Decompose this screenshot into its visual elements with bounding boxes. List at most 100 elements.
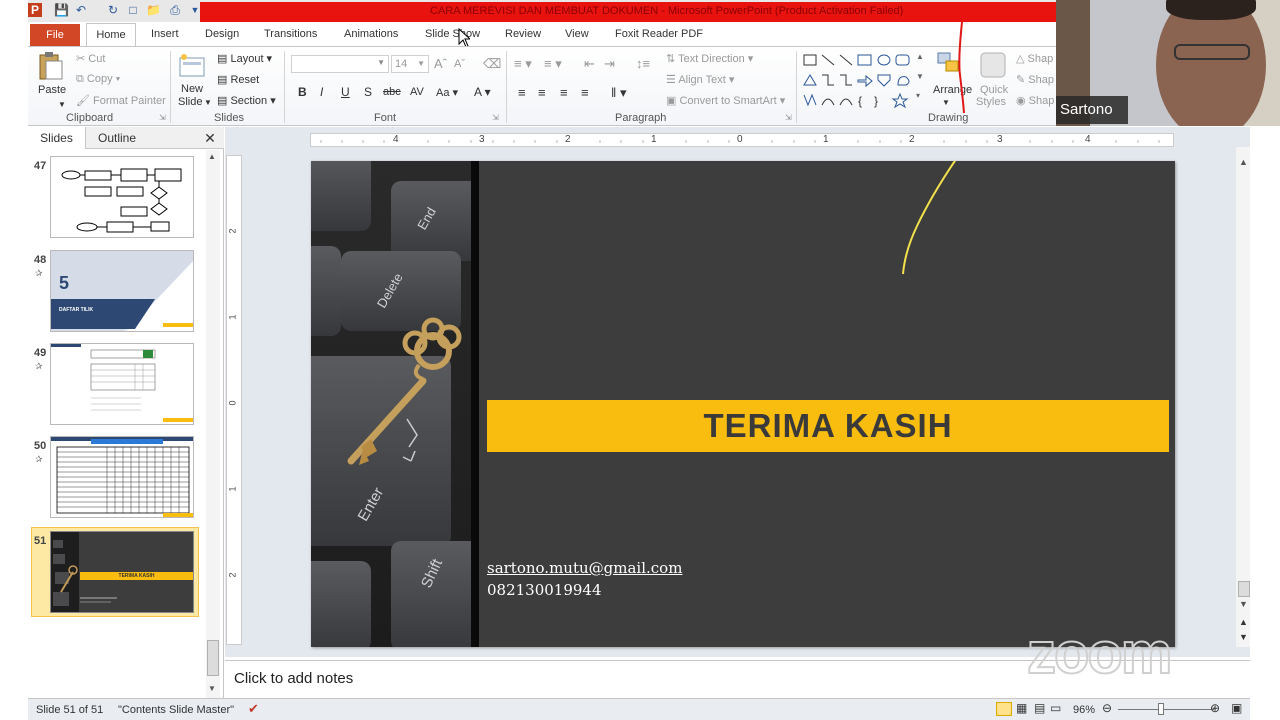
- reading-view-icon[interactable]: ▤: [1034, 701, 1045, 715]
- arrange-dropdown-icon[interactable]: ▼: [942, 98, 950, 107]
- zoom-slider[interactable]: [1118, 709, 1214, 710]
- print-preview-icon[interactable]: ⎙: [168, 3, 182, 17]
- align-left-icon[interactable]: ≡: [518, 85, 526, 100]
- shape-fill-button[interactable]: △ Shap: [1016, 52, 1053, 65]
- numbering-icon[interactable]: ≡ ▾: [544, 56, 562, 72]
- strikethrough-icon[interactable]: abc: [383, 86, 401, 98]
- new-slide-dropdown-icon[interactable]: ▼: [204, 98, 212, 107]
- text-shadow-icon[interactable]: S: [364, 85, 372, 99]
- tab-design[interactable]: Design: [205, 28, 239, 40]
- quick-styles-label-1[interactable]: Quick: [980, 84, 1008, 96]
- change-case-icon[interactable]: Aa ▾: [436, 86, 458, 99]
- fit-to-window-icon[interactable]: ▣: [1231, 701, 1242, 715]
- character-spacing-icon[interactable]: AV: [410, 86, 424, 98]
- save-icon[interactable]: 💾: [54, 3, 69, 17]
- slide-scroll-thumb[interactable]: [1238, 581, 1250, 597]
- new-file-icon[interactable]: □: [126, 3, 140, 17]
- slide-thumbnail-48[interactable]: 5 DAFTAR TILIK: [50, 250, 194, 332]
- cut-button[interactable]: ✂ Cut: [76, 52, 105, 65]
- next-slide-icon[interactable]: ▼: [1239, 632, 1248, 642]
- copy-button[interactable]: ⧉ Copy ▾: [76, 73, 120, 86]
- spell-check-icon[interactable]: ✔: [248, 701, 259, 717]
- format-painter-button[interactable]: 🖌 Format Painter: [76, 94, 166, 107]
- clipboard-launcher-icon[interactable]: ⇲: [159, 113, 166, 122]
- open-folder-icon[interactable]: 📁: [146, 3, 161, 17]
- notes-placeholder[interactable]: Click to add notes: [234, 670, 353, 687]
- paste-icon[interactable]: [36, 51, 66, 85]
- tab-home[interactable]: Home: [86, 23, 136, 47]
- decrease-indent-icon[interactable]: ⇤: [584, 56, 595, 72]
- shapes-gallery[interactable]: { }: [802, 52, 914, 110]
- font-launcher-icon[interactable]: ⇲: [492, 113, 499, 122]
- title-banner[interactable]: TERIMA KASIH: [487, 400, 1169, 452]
- slide-thumbnail-50[interactable]: [50, 436, 194, 518]
- current-slide[interactable]: End Delete Enter Shift TERIMA KASIH sart…: [311, 161, 1175, 647]
- new-slide-label-1[interactable]: New: [181, 83, 203, 95]
- increase-indent-icon[interactable]: ⇥: [604, 56, 615, 72]
- align-right-icon[interactable]: ≡: [560, 85, 568, 100]
- tab-outline[interactable]: Outline: [88, 127, 146, 149]
- zoom-out-icon[interactable]: ⊖: [1102, 701, 1112, 715]
- close-panel-icon[interactable]: ✕: [200, 127, 220, 149]
- columns-icon[interactable]: ‖ ▾: [611, 85, 627, 101]
- zoom-level[interactable]: 96%: [1073, 704, 1095, 716]
- slide-show-view-icon[interactable]: ▭: [1050, 701, 1061, 715]
- shape-outline-button[interactable]: ✎ Shap: [1016, 73, 1054, 86]
- shapes-more-icon[interactable]: ▾: [916, 91, 920, 100]
- align-text-button[interactable]: ☰ Align Text ▾: [666, 73, 734, 86]
- section-button[interactable]: ▤ Section ▾: [217, 94, 276, 107]
- slide-thumbnail-47[interactable]: [50, 156, 194, 238]
- line-spacing-icon[interactable]: ↕≡: [636, 56, 650, 71]
- font-size-select[interactable]: 14 ▼: [391, 55, 429, 73]
- slide-thumbnail-49[interactable]: [50, 343, 194, 425]
- tab-animations[interactable]: Animations: [344, 28, 398, 40]
- clear-formatting-icon[interactable]: ⌫: [483, 56, 501, 72]
- quick-styles-label-2[interactable]: Styles: [976, 96, 1006, 108]
- convert-smartart-button[interactable]: ▣ Convert to SmartArt ▾: [666, 94, 785, 107]
- tab-transitions[interactable]: Transitions: [264, 28, 317, 40]
- zoom-in-icon[interactable]: ⊕: [1210, 701, 1220, 715]
- italic-icon[interactable]: I: [320, 85, 323, 99]
- shapes-scroll-up-icon[interactable]: ▲: [916, 52, 924, 61]
- bold-icon[interactable]: B: [298, 85, 307, 99]
- previous-slide-icon[interactable]: ▲: [1239, 617, 1248, 627]
- underline-icon[interactable]: U: [341, 85, 350, 99]
- tab-review[interactable]: Review: [505, 28, 541, 40]
- shape-effects-button[interactable]: ◉ Shap: [1016, 94, 1054, 107]
- paste-dropdown-icon[interactable]: ▼: [58, 100, 66, 109]
- bullets-icon[interactable]: ≡ ▾: [514, 56, 532, 72]
- slide-thumbnail-51[interactable]: TERIMA KASIH: [50, 531, 194, 613]
- new-slide-icon[interactable]: [178, 52, 206, 80]
- reset-button[interactable]: ▤ Reset: [217, 73, 259, 86]
- powerpoint-app-icon[interactable]: P: [28, 3, 42, 17]
- scroll-up-icon[interactable]: ▲: [1239, 157, 1248, 167]
- undo-icon[interactable]: ↶: [74, 3, 88, 17]
- slide-sorter-icon[interactable]: ▦: [1016, 701, 1027, 715]
- normal-view-icon[interactable]: [996, 702, 1012, 716]
- font-color-icon[interactable]: A ▾: [474, 85, 491, 99]
- webcam-video[interactable]: Sartono: [1056, 0, 1280, 126]
- align-center-icon[interactable]: ≡: [538, 85, 546, 100]
- font-family-select[interactable]: ▼: [291, 55, 389, 73]
- tab-view[interactable]: View: [565, 28, 589, 40]
- scroll-down-icon[interactable]: ▼: [208, 684, 216, 693]
- shapes-scroll-down-icon[interactable]: ▼: [916, 72, 924, 81]
- text-direction-button[interactable]: ⇅ Text Direction ▾: [666, 52, 753, 65]
- grow-font-icon[interactable]: Aˆ: [434, 56, 447, 71]
- layout-button[interactable]: ▤ Layout ▾: [217, 52, 272, 65]
- scroll-up-icon[interactable]: ▲: [208, 152, 216, 161]
- scroll-down-icon[interactable]: ▼: [1239, 599, 1248, 609]
- quick-styles-icon[interactable]: [979, 51, 1007, 81]
- justify-icon[interactable]: ≡: [581, 85, 589, 100]
- new-slide-label-2[interactable]: Slide: [178, 96, 202, 108]
- zoom-slider-thumb[interactable]: [1158, 703, 1164, 715]
- paste-button[interactable]: Paste: [38, 84, 66, 96]
- paragraph-launcher-icon[interactable]: ⇲: [785, 113, 792, 122]
- tab-foxit-reader-pdf[interactable]: Foxit Reader PDF: [615, 28, 703, 40]
- tab-slides[interactable]: Slides: [28, 127, 86, 149]
- redo-icon[interactable]: ↻: [106, 3, 120, 17]
- tab-slide-show[interactable]: Slide Show: [425, 28, 480, 40]
- panel-scrollbar[interactable]: ▲ ▼: [206, 150, 220, 698]
- shrink-font-icon[interactable]: Aˇ: [454, 58, 465, 70]
- contact-email-link[interactable]: sartono.mutu@gmail.com: [487, 559, 682, 577]
